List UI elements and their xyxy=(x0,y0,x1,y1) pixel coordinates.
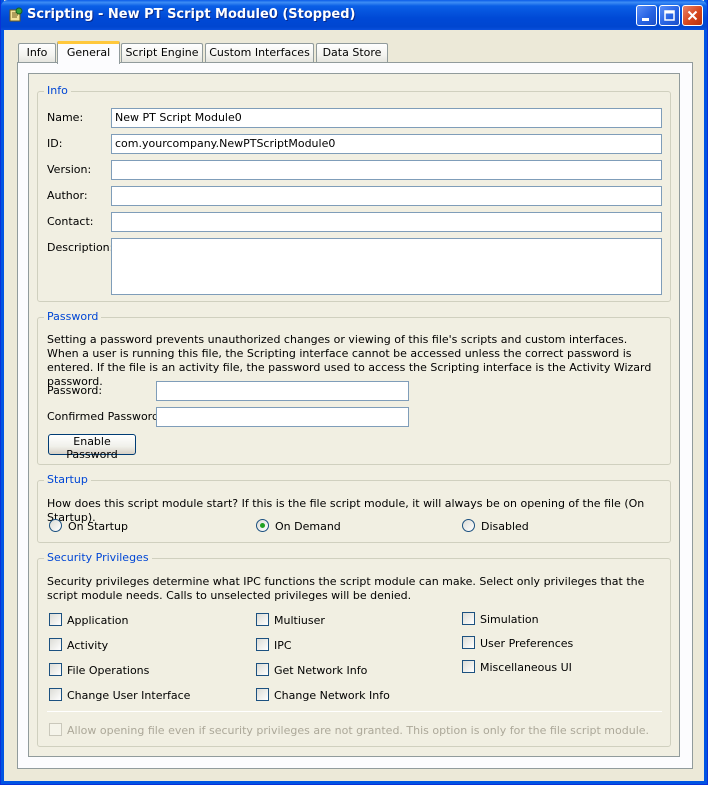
password-group: Password Setting a password prevents una… xyxy=(37,310,671,465)
name-field[interactable]: New PT Script Module0 xyxy=(111,108,662,128)
on-demand-radio[interactable] xyxy=(256,519,269,532)
activity-checkbox[interactable] xyxy=(49,638,62,651)
tab-info[interactable]: Info xyxy=(18,43,56,63)
close-icon xyxy=(687,10,698,21)
file-operations-label[interactable]: File Operations xyxy=(67,664,149,677)
description-label: Description: xyxy=(47,241,114,254)
contact-field[interactable] xyxy=(111,212,662,232)
application-label[interactable]: Application xyxy=(67,614,128,627)
change-user-interface-label[interactable]: Change User Interface xyxy=(67,689,190,702)
contact-label: Contact: xyxy=(47,215,94,228)
maximize-icon xyxy=(664,10,675,21)
startup-legend: Startup xyxy=(44,473,91,486)
author-label: Author: xyxy=(47,189,88,202)
version-field[interactable] xyxy=(111,160,662,180)
info-legend: Info xyxy=(44,84,71,97)
security-description: Security privileges determine what IPC f… xyxy=(47,575,645,602)
ipc-label[interactable]: IPC xyxy=(274,639,292,652)
ipc-checkbox[interactable] xyxy=(256,638,269,651)
password-field[interactable] xyxy=(156,381,409,401)
on-startup-radio[interactable] xyxy=(49,519,62,532)
allow-opening-label: Allow opening file even if security priv… xyxy=(67,724,650,737)
minimize-button[interactable] xyxy=(636,5,657,26)
title-bar[interactable]: Scripting - New PT Script Module0 (Stopp… xyxy=(1,0,707,30)
user-preferences-checkbox[interactable] xyxy=(462,636,475,649)
change-network-info-label[interactable]: Change Network Info xyxy=(274,689,390,702)
security-privileges-group: Security Privileges Security privileges … xyxy=(37,551,671,747)
tab-custom-interfaces[interactable]: Custom Interfaces xyxy=(205,43,314,63)
enable-password-button[interactable]: Enable Password xyxy=(48,434,136,461)
security-legend: Security Privileges xyxy=(44,551,152,564)
close-button[interactable] xyxy=(682,5,703,26)
startup-group: Startup How does this script module star… xyxy=(37,473,671,543)
file-operations-checkbox[interactable] xyxy=(49,663,62,676)
confirmed-password-field[interactable] xyxy=(156,407,409,427)
window-title: Scripting - New PT Script Module0 (Stopp… xyxy=(27,7,356,22)
get-network-info-checkbox[interactable] xyxy=(256,663,269,676)
password-label: Password: xyxy=(47,384,103,397)
radio-selected-dot xyxy=(260,523,265,528)
tab-data-store[interactable]: Data Store xyxy=(316,43,388,63)
allow-opening-checkbox[interactable] xyxy=(49,723,62,736)
on-demand-label[interactable]: On Demand xyxy=(275,520,341,533)
disabled-radio[interactable] xyxy=(462,519,475,532)
id-label: ID: xyxy=(47,137,63,150)
name-label: Name: xyxy=(47,111,84,124)
description-field[interactable] xyxy=(111,238,662,295)
disabled-label[interactable]: Disabled xyxy=(481,520,529,533)
application-checkbox[interactable] xyxy=(49,613,62,626)
activity-label[interactable]: Activity xyxy=(67,639,108,652)
multiuser-checkbox[interactable] xyxy=(256,613,269,626)
minimize-icon xyxy=(642,18,649,21)
change-user-interface-checkbox[interactable] xyxy=(49,688,62,701)
miscellaneous-ui-label[interactable]: Miscellaneous UI xyxy=(480,661,572,674)
tab-general[interactable]: General xyxy=(57,41,120,64)
on-startup-label[interactable]: On Startup xyxy=(68,520,128,533)
user-preferences-label[interactable]: User Preferences xyxy=(480,637,573,650)
maximize-button[interactable] xyxy=(659,5,680,26)
change-network-info-checkbox[interactable] xyxy=(256,688,269,701)
divider xyxy=(47,711,662,712)
get-network-info-label[interactable]: Get Network Info xyxy=(274,664,367,677)
general-panel: Info Name: New PT Script Module0 ID: com… xyxy=(28,73,680,757)
version-label: Version: xyxy=(47,163,92,176)
id-field[interactable]: com.yourcompany.NewPTScriptModule0 xyxy=(111,134,662,154)
password-legend: Password xyxy=(44,310,102,323)
startup-question: How does this script module start? If th… xyxy=(47,497,645,524)
confirmed-password-label: Confirmed Password: xyxy=(47,410,163,423)
simulation-checkbox[interactable] xyxy=(462,612,475,625)
simulation-label[interactable]: Simulation xyxy=(480,613,539,626)
scripting-window: Scripting - New PT Script Module0 (Stopp… xyxy=(0,0,708,785)
scripting-app-icon xyxy=(9,7,23,22)
miscellaneous-ui-checkbox[interactable] xyxy=(462,660,475,673)
tab-script-engine[interactable]: Script Engine xyxy=(121,43,203,63)
author-field[interactable] xyxy=(111,186,662,206)
multiuser-label[interactable]: Multiuser xyxy=(274,614,325,627)
info-group: Info Name: New PT Script Module0 ID: com… xyxy=(37,84,671,302)
